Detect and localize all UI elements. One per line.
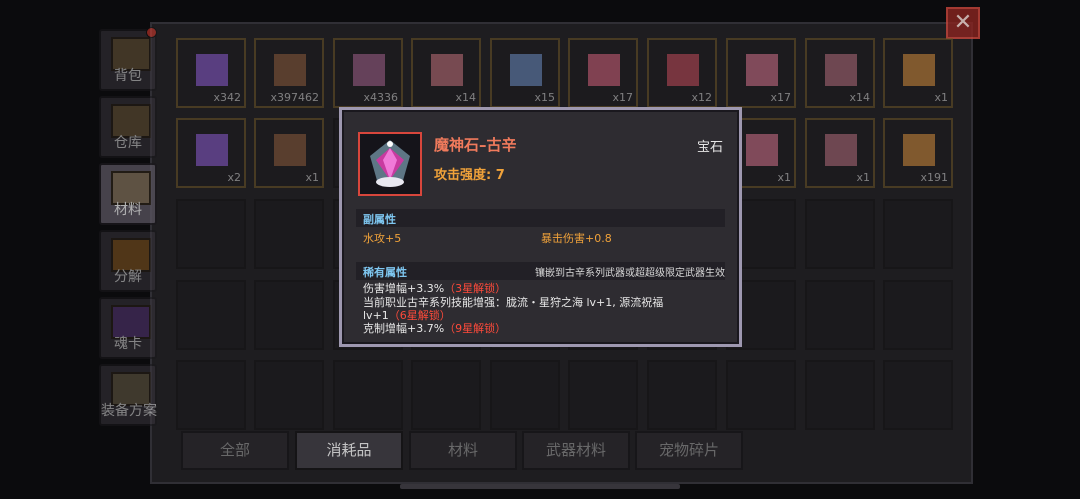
scrollbar[interactable]	[400, 484, 680, 489]
item-quantity: x397462	[270, 91, 319, 104]
unlock-note: （9星解锁）	[444, 322, 507, 335]
filter-weapon-materials[interactable]: 武器材料	[522, 431, 630, 470]
inventory-slot[interactable]	[176, 360, 246, 430]
rare-attr-note: 镶嵌到古辛系列武器或超超级限定武器生效	[535, 268, 725, 279]
item-quantity: x12	[691, 91, 712, 104]
item-icon	[903, 134, 935, 166]
inventory-slot[interactable]	[254, 280, 324, 350]
inventory-slot[interactable]: x15	[490, 38, 560, 108]
inventory-slot[interactable]: x397462	[254, 38, 324, 108]
item-name: 魔神石–古辛	[434, 136, 517, 154]
inventory-slot[interactable]: x1	[883, 38, 953, 108]
inventory-slot[interactable]: x4336	[333, 38, 403, 108]
item-icon	[510, 54, 542, 86]
inventory-slot[interactable]	[883, 360, 953, 430]
filter-materials[interactable]: 材料	[409, 431, 517, 470]
item-quantity: x15	[534, 91, 555, 104]
item-icon	[431, 54, 463, 86]
item-type: 宝石	[696, 140, 723, 155]
item-icon	[274, 134, 306, 166]
item-icon	[746, 54, 778, 86]
item-quantity: x1	[856, 171, 870, 184]
item-quantity: x191	[920, 171, 948, 184]
item-quantity: x1	[934, 91, 948, 104]
inventory-slot[interactable]: x17	[568, 38, 638, 108]
filter-all[interactable]: 全部	[181, 431, 289, 470]
item-quantity: x17	[770, 91, 791, 104]
inventory-slot[interactable]	[254, 360, 324, 430]
item-icon	[825, 134, 857, 166]
inventory-slot[interactable]	[883, 199, 953, 269]
item-icon	[667, 54, 699, 86]
inventory-slot[interactable]: x14	[411, 38, 481, 108]
item-quantity: x4336	[363, 91, 398, 104]
inventory-slot[interactable]	[805, 360, 875, 430]
item-icon	[903, 54, 935, 86]
item-quantity: x17	[612, 91, 633, 104]
item-icon	[588, 54, 620, 86]
inventory-slot[interactable]	[568, 360, 638, 430]
section-bar	[356, 209, 725, 227]
inventory-slot[interactable]	[176, 199, 246, 269]
attack-power: 攻击强度: 7	[434, 168, 505, 183]
inventory-slot[interactable]: x14	[805, 38, 875, 108]
gem-icon	[358, 132, 422, 196]
item-quantity: x342	[213, 91, 241, 104]
item-quantity: x14	[849, 91, 870, 104]
inventory-slot[interactable]	[254, 199, 324, 269]
inventory-slot[interactable]	[805, 280, 875, 350]
item-tooltip: 魔神石–古辛 宝石 攻击强度: 7 副属性 水攻+5 暴击伤害+0.8 稀有属性…	[339, 107, 742, 347]
sub-attr-title: 副属性	[363, 213, 396, 226]
item-icon	[353, 54, 385, 86]
inventory-slot[interactable]: x12	[647, 38, 717, 108]
inventory-slot[interactable]: x191	[883, 118, 953, 188]
inventory-slot[interactable]	[883, 280, 953, 350]
inventory-slot[interactable]: x342	[176, 38, 246, 108]
filter-pet-fragments[interactable]: 宠物碎片	[635, 431, 743, 470]
inventory-slot[interactable]: x2	[176, 118, 246, 188]
item-quantity: x1	[777, 171, 791, 184]
inventory-slot[interactable]: x17	[726, 38, 796, 108]
inventory-slot[interactable]	[647, 360, 717, 430]
inventory-slot[interactable]: x1	[254, 118, 324, 188]
item-quantity: x14	[455, 91, 476, 104]
inventory-slot[interactable]	[726, 360, 796, 430]
inventory-slot[interactable]	[490, 360, 560, 430]
inventory-slot[interactable]	[411, 360, 481, 430]
rare-line-text: 克制增幅+3.7%	[363, 322, 445, 335]
inventory-slot[interactable]	[333, 360, 403, 430]
filter-consumables[interactable]: 消耗品	[295, 431, 403, 470]
item-icon	[274, 54, 306, 86]
item-quantity: x2	[227, 171, 241, 184]
item-quantity: x1	[305, 171, 319, 184]
inventory-slot[interactable]	[176, 280, 246, 350]
item-icon	[196, 134, 228, 166]
sub-attr-2: 暴击伤害+0.8	[541, 232, 612, 245]
rare-attr-title: 稀有属性	[363, 266, 407, 279]
item-icon	[746, 134, 778, 166]
sub-attr-1: 水攻+5	[363, 232, 402, 245]
item-icon	[196, 54, 228, 86]
inventory-slot[interactable]	[805, 199, 875, 269]
item-icon	[825, 54, 857, 86]
inventory-slot[interactable]: x1	[805, 118, 875, 188]
rare-line-4: 克制增幅+3.7%（9星解锁）	[363, 320, 506, 336]
